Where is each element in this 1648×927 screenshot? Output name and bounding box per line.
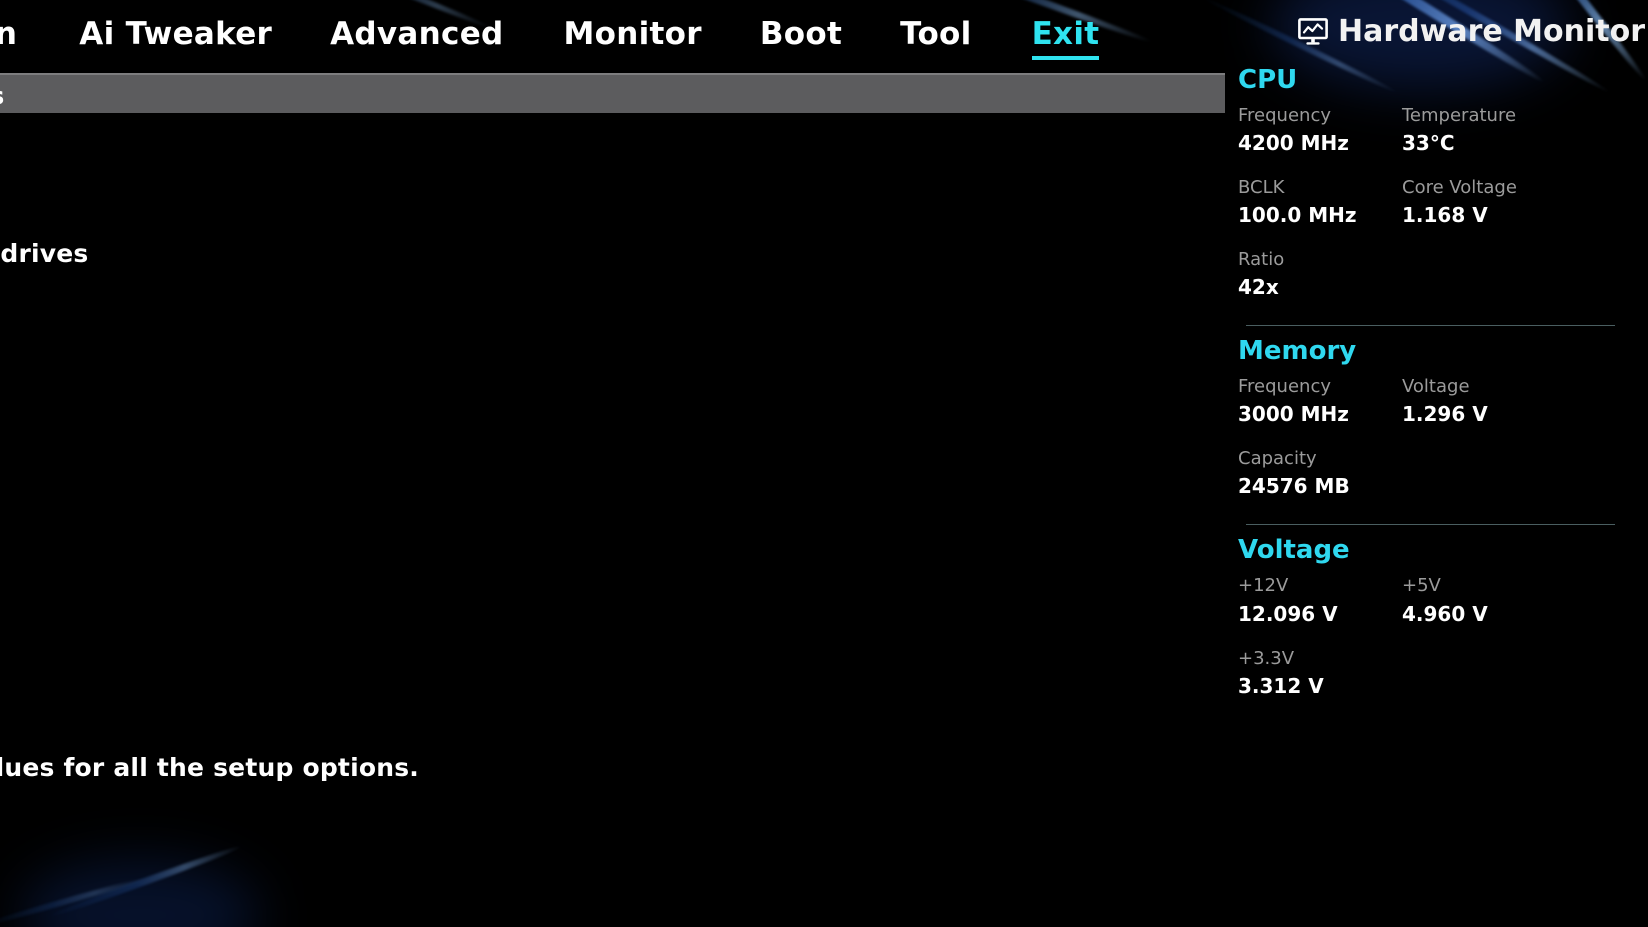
hw-reading-value: 12.096 V xyxy=(1238,601,1338,626)
hardware-monitor-panel: Hardware Monitor CPU Frequency 4200 MHz … xyxy=(1225,0,1648,927)
nav-item-label: Exit xyxy=(1031,15,1100,52)
hw-reading-value: 1.296 V xyxy=(1402,402,1488,427)
nav-item-label: Boot xyxy=(759,15,843,52)
nav-item-advanced[interactable]: Advanced xyxy=(330,16,503,58)
hw-reading-cpu-ratio: Ratio 42x xyxy=(1238,247,1402,319)
hw-reading-memory-capacity: Capacity 24576 MB xyxy=(1238,446,1402,518)
hw-reading-value: 4.960 V xyxy=(1402,601,1488,626)
nav-item-label: Advanced xyxy=(330,15,504,52)
hw-reading-value: 24576 MB xyxy=(1238,474,1350,499)
hw-reading-memory-frequency: Frequency 3000 MHz xyxy=(1238,374,1402,446)
nav-item-label: in xyxy=(0,15,18,52)
hw-reading-label: Core Voltage xyxy=(1402,177,1517,199)
nav-item-boot[interactable]: Boot xyxy=(760,16,842,58)
nav-item-label: Tool xyxy=(900,15,972,52)
hardware-monitor-title: Hardware Monitor xyxy=(1338,14,1646,49)
help-description-text: values for all the setup options. xyxy=(0,753,420,782)
hw-reading-voltage-12v: +12V 12.096 V xyxy=(1238,573,1402,645)
hw-reading-value: 4200 MHz xyxy=(1238,131,1349,156)
active-tab-underline xyxy=(1031,55,1100,60)
hw-reading-value: 42x xyxy=(1238,275,1279,300)
hw-section-title-cpu: CPU xyxy=(1238,65,1298,95)
hw-reading-voltage-33v: +3.3V 3.312 V xyxy=(1238,646,1402,718)
hw-reading-label: BCLK xyxy=(1238,177,1285,199)
hw-reading-label: +3.3V xyxy=(1238,647,1295,669)
main-navigation: in Ai Tweaker Advanced Monitor Boot Tool… xyxy=(0,0,1300,73)
section-divider xyxy=(1246,325,1615,327)
hw-reading-spacer xyxy=(1402,446,1618,518)
hw-reading-value: 100.0 MHz xyxy=(1238,203,1357,228)
monitor-waveform-icon xyxy=(1298,18,1328,45)
nav-item-label: Monitor xyxy=(563,15,702,52)
nav-item-tool[interactable]: Tool xyxy=(900,16,971,58)
hw-section-voltage: Voltage +12V 12.096 V +5V 4.960 V +3.3V … xyxy=(1238,535,1618,717)
hw-reading-cpu-bclk: BCLK 100.0 MHz xyxy=(1238,175,1402,247)
hw-reading-voltage-5v: +5V 4.960 V xyxy=(1402,573,1618,645)
hw-section-memory: Memory Frequency 3000 MHz Voltage 1.296 … xyxy=(1238,336,1618,518)
hw-reading-cpu-temperature: Temperature 33°C xyxy=(1402,103,1618,175)
content-area: SB drives values for all the setup optio… xyxy=(0,113,1225,927)
selected-menu-row[interactable]: s xyxy=(0,73,1225,113)
section-divider xyxy=(1246,524,1615,526)
hw-section-title-memory: Memory xyxy=(1238,336,1357,367)
hw-section-title-voltage: Voltage xyxy=(1238,535,1350,566)
hw-reading-label: Voltage xyxy=(1402,376,1470,398)
hw-reading-cpu-core-voltage: Core Voltage 1.168 V xyxy=(1402,175,1618,247)
hw-reading-label: +5V xyxy=(1402,575,1441,597)
hw-reading-value: 3.312 V xyxy=(1238,673,1324,698)
hw-reading-label: Frequency xyxy=(1238,376,1331,398)
hw-reading-cpu-frequency: Frequency 4200 MHz xyxy=(1238,103,1402,175)
hw-reading-value: 33°C xyxy=(1402,131,1455,156)
hw-reading-label: Temperature xyxy=(1402,105,1517,126)
hw-reading-label: +12V xyxy=(1238,575,1289,597)
menu-item-usb-drives[interactable]: SB drives xyxy=(0,239,89,268)
hw-reading-spacer xyxy=(1402,646,1618,718)
selected-menu-row-label: s xyxy=(0,82,4,110)
hw-reading-label: Frequency xyxy=(1238,105,1331,126)
hardware-monitor-body: CPU Frequency 4200 MHz Temperature 33°C … xyxy=(1225,49,1648,718)
nav-item-main[interactable]: in xyxy=(0,16,17,58)
hw-reading-memory-voltage: Voltage 1.296 V xyxy=(1402,374,1618,446)
bios-screen: in Ai Tweaker Advanced Monitor Boot Tool… xyxy=(0,0,1648,927)
hw-reading-label: Capacity xyxy=(1238,448,1317,470)
hw-reading-value: 1.168 V xyxy=(1402,203,1488,228)
hw-reading-label: Ratio xyxy=(1238,249,1285,271)
nav-item-exit[interactable]: Exit xyxy=(1031,15,1100,60)
hw-reading-value: 3000 MHz xyxy=(1238,402,1349,427)
nav-item-ai-tweaker[interactable]: Ai Tweaker xyxy=(79,16,272,58)
hardware-monitor-header: Hardware Monitor xyxy=(1298,14,1648,49)
nav-item-monitor[interactable]: Monitor xyxy=(564,16,702,58)
nav-item-label: Ai Tweaker xyxy=(79,15,273,52)
hw-section-cpu: CPU Frequency 4200 MHz Temperature 33°C … xyxy=(1238,65,1618,319)
hw-reading-spacer xyxy=(1402,247,1618,319)
